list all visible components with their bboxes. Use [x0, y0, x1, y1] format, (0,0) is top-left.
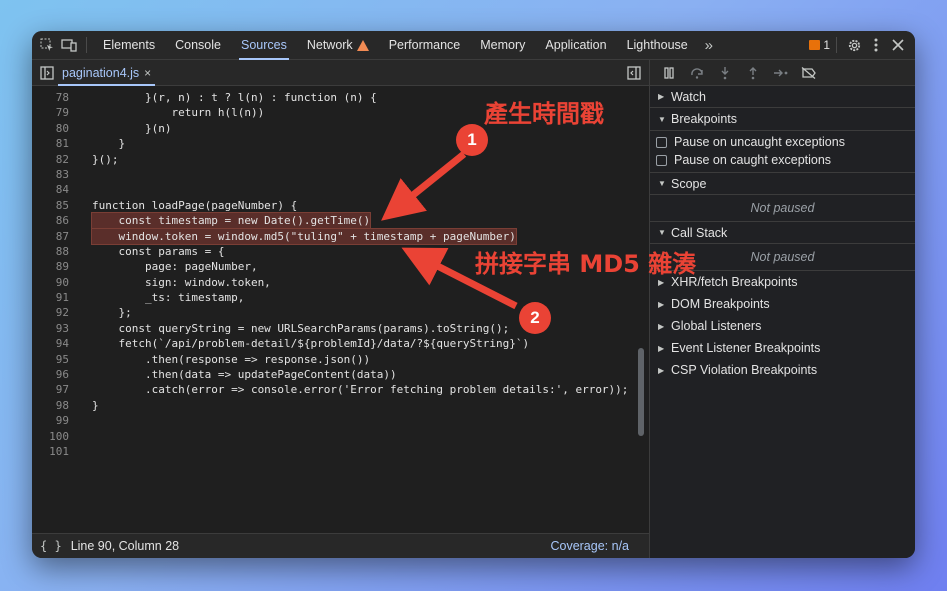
annotation-arrows [381, 151, 518, 310]
annotation-label-1: 產生時間戳 [484, 100, 604, 128]
annotation-badge-1: 1 [456, 124, 488, 156]
arrow-1 [381, 151, 467, 221]
annotation-badge-2: 2 [519, 302, 551, 334]
annotation-label-2: 拼接字串 MD5 雜湊 [475, 250, 697, 278]
